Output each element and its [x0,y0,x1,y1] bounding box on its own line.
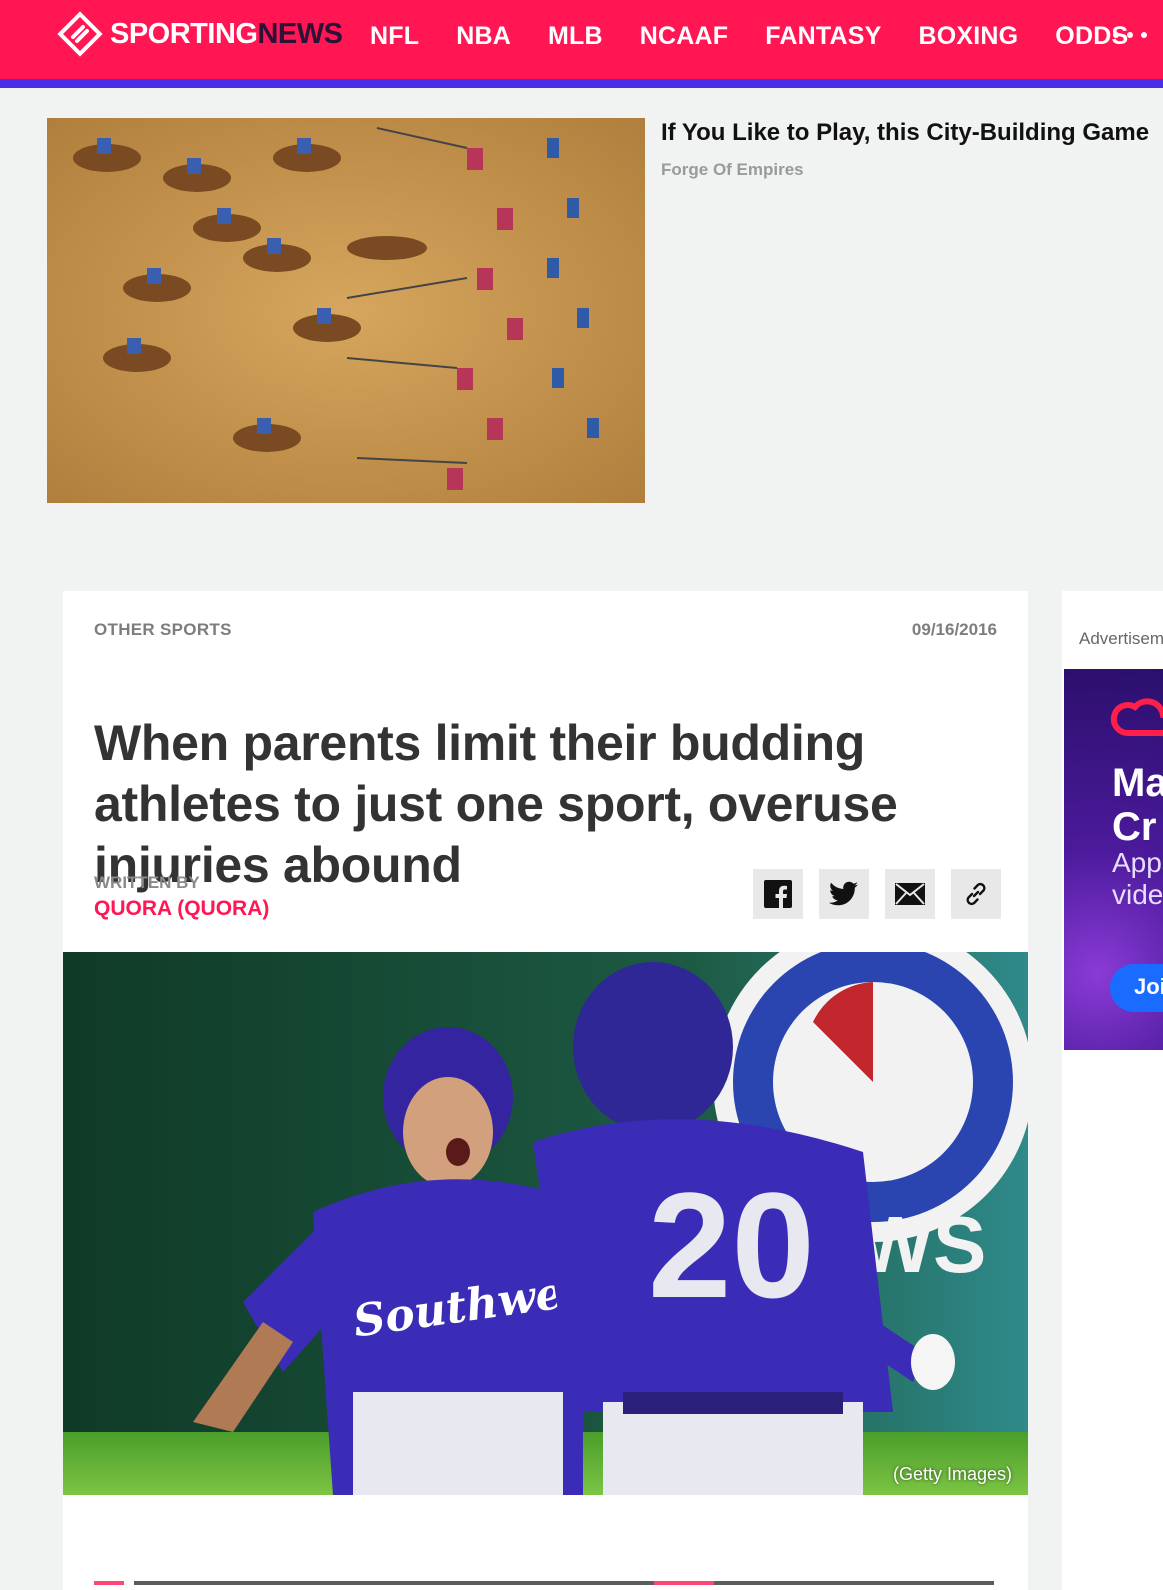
byline-label: WRITTEN BY [94,873,200,892]
nav-item-boxing[interactable]: BOXING [918,22,1018,51]
facebook-icon [764,880,792,909]
nav-item-fantasy[interactable]: FANTASY [765,22,881,51]
article-date: 09/16/2016 [911,620,997,639]
main-nav: NFL NBA MLB NCAAF FANTASY BOXING ODDS [370,0,1163,72]
logo-icon [57,11,103,57]
promo-source[interactable]: Forge Of Empires [661,160,804,180]
ad-subtext: Appsvide [1112,847,1163,910]
article-card: OTHER SPORTS 09/16/2016 When parents lim… [63,591,1028,1590]
share-email-button[interactable] [885,869,935,919]
ad-headline: Ma Cr [1112,761,1163,849]
promo-title[interactable]: If You Like to Play, this City-Building … [661,119,1149,147]
share-facebook-button[interactable] [753,869,803,919]
sporting-news-logo[interactable]: SPORTINGNEWS [56,10,343,58]
link-icon [966,882,986,906]
nav-item-mlb[interactable]: MLB [548,22,603,51]
ad-banner[interactable]: MaCr Appsvide Joi [1064,669,1163,1050]
right-rail: Advertiseme MaCr Appsvide Joi [1062,591,1163,1590]
ad-join-button[interactable]: Joi [1110,964,1163,1012]
nav-item-ncaaf[interactable]: NCAAF [640,22,729,51]
svg-text:20: 20 [648,1161,815,1329]
twitter-icon [829,881,858,906]
hero-caption: (Getty Images) [892,1464,1012,1484]
nav-accent-stripe [0,79,1163,88]
ad-label: Advertiseme [1079,629,1163,648]
article-category[interactable]: OTHER SPORTS [94,620,232,640]
nav-item-nba[interactable]: NBA [456,22,511,51]
article-body-preview [94,1581,994,1585]
logo-text: SPORTINGNEWS [110,17,343,50]
creative-cloud-icon [1110,698,1163,737]
share-twitter-button[interactable] [819,869,869,919]
nav-item-nfl[interactable]: NFL [370,22,419,51]
top-nav-bar: SPORTINGNEWS NFL NBA MLB NCAAF FANTASY B… [0,0,1163,79]
hero-image[interactable]: LWS Southwest 20 (Getty Images) [63,952,1028,1495]
byline-author[interactable]: QUORA (QUORA) [94,897,269,921]
email-icon [895,883,925,905]
share-link-button[interactable] [951,869,1001,919]
ellipsis-icon[interactable] [1113,20,1147,50]
promo-image[interactable] [47,118,645,503]
